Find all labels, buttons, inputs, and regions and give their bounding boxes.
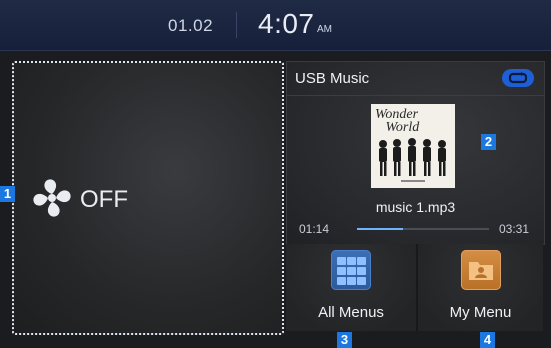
status-ampm: AM — [317, 24, 332, 35]
music-panel[interactable]: USB Music Wonder World music 1.mp3 01:14… — [286, 61, 545, 245]
music-panel-header: USB Music — [287, 62, 544, 96]
folder-person-icon — [461, 250, 501, 290]
elapsed-time: 01:14 — [299, 222, 330, 236]
my-menu-button[interactable]: My Menu — [418, 244, 543, 331]
climate-status: OFF — [80, 186, 128, 213]
total-time: 03:31 — [499, 222, 530, 236]
progress-bar[interactable] — [357, 228, 489, 230]
status-divider — [236, 12, 237, 38]
album-art: Wonder World — [371, 104, 455, 188]
status-bar: 01.02 4:07 AM — [0, 0, 551, 51]
all-menus-button[interactable]: All Menus — [286, 244, 416, 331]
all-menus-label: All Menus — [318, 304, 384, 321]
status-date: 01.02 — [168, 16, 214, 35]
grid-icon — [331, 250, 371, 290]
my-menu-label: My Menu — [449, 304, 512, 321]
callout-marker-2: 2 — [481, 134, 496, 150]
repeat-icon — [508, 72, 528, 84]
progress-fill — [357, 228, 404, 230]
album-art-figures — [379, 138, 446, 182]
repeat-button[interactable] — [502, 69, 534, 87]
callout-marker-3: 3 — [337, 332, 352, 348]
head-unit-screen: 01.02 4:07 AM OFF USB Music Wonder World… — [0, 0, 551, 348]
callout-marker-4: 4 — [480, 332, 495, 348]
status-time: 4:07 — [258, 8, 315, 39]
music-source-title: USB Music — [295, 70, 370, 87]
track-name: music 1.mp3 — [375, 199, 456, 215]
fan-icon — [33, 179, 71, 217]
callout-marker-1: 1 — [0, 186, 15, 202]
